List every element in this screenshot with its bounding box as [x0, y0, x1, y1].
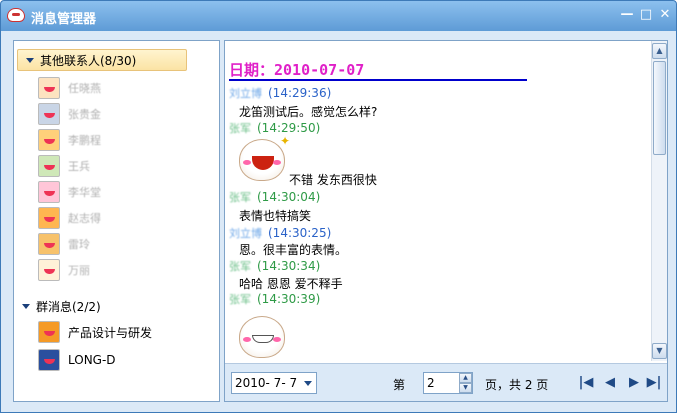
avatar-icon	[38, 155, 60, 177]
sender-name: 张军	[229, 293, 251, 306]
contact-item[interactable]: 王兵	[38, 153, 90, 179]
avatar-icon	[38, 181, 60, 203]
expand-arrow-icon[interactable]	[22, 303, 30, 309]
avatar-icon	[38, 103, 60, 125]
spin-up-icon[interactable]: ▲	[459, 373, 472, 383]
contact-item[interactable]: 赵志得	[38, 205, 101, 231]
group-chat-name: LONG-D	[68, 353, 116, 367]
group-label: 群消息(2/2)	[36, 299, 101, 314]
spin-down-icon[interactable]: ▼	[459, 383, 472, 393]
message-text: 恩。很丰富的表情。	[239, 243, 348, 257]
avatar-icon	[38, 77, 60, 99]
contact-item[interactable]: 万丽	[38, 257, 90, 283]
first-page-icon[interactable]: |◀	[577, 374, 595, 392]
laughing-emoji-icon: ✦	[239, 134, 290, 181]
scroll-thumb[interactable]	[653, 61, 666, 155]
message-time: (14:30:39)	[257, 292, 321, 306]
group-group-messages[interactable]: 群消息(2/2)	[14, 295, 219, 317]
page-prefix-label: 第	[393, 378, 406, 392]
message-header: 张军 (14:29:50)	[229, 120, 320, 136]
app-logo-icon	[7, 8, 25, 22]
date-dropdown[interactable]: 2010- 7- 7	[231, 372, 317, 394]
message-text: 龙笛测试后。感觉怎么样?	[239, 105, 378, 119]
message-time: (14:30:04)	[257, 190, 321, 204]
scroll-up-button[interactable]: ▲	[652, 43, 667, 59]
contact-item[interactable]: 李华堂	[38, 179, 101, 205]
sender-name: 张军	[229, 191, 251, 204]
contact-item[interactable]: 任晓燕	[38, 75, 101, 101]
avatar-icon	[38, 207, 60, 229]
group-chat-item[interactable]: 产品设计与研发	[38, 319, 152, 345]
grinning-emoji-icon	[239, 316, 285, 358]
window-client: 其他联系人(8/30) 任晓燕 张贵金 李鹏程 王兵 李华堂 赵志得 雷玲 万丽…	[6, 33, 672, 409]
date-dropdown-value: 2010- 7- 7	[235, 376, 298, 390]
contact-item[interactable]: 雷玲	[38, 231, 90, 257]
message-time: (14:29:36)	[268, 86, 332, 100]
contact-item[interactable]: 李鹏程	[38, 127, 101, 153]
scroll-down-button[interactable]: ▼	[652, 343, 667, 359]
page-spinner[interactable]: ▲ ▼	[459, 373, 472, 393]
contact-tree[interactable]: 其他联系人(8/30) 任晓燕 张贵金 李鹏程 王兵 李华堂 赵志得 雷玲 万丽…	[13, 40, 220, 402]
expand-arrow-icon[interactable]	[26, 57, 34, 63]
vertical-scrollbar[interactable]: ▲ ▼	[651, 41, 667, 361]
message-text: 哈哈 恩恩 爱不释手	[239, 277, 343, 291]
page-total-label: 页，共 2 页	[485, 378, 549, 392]
message-header: 张军 (14:30:04)	[229, 189, 320, 205]
group-chat-item[interactable]: LONG-D	[38, 347, 116, 373]
sender-name: 刘立博	[229, 227, 262, 240]
contact-name: 张贵金	[68, 108, 101, 121]
message-list[interactable]: 日期：2010-07-07 刘立博 (14:29:36) 龙笛测试后。感觉怎么样…	[225, 41, 649, 361]
contact-name: 李华堂	[68, 186, 101, 199]
message-header: 刘立博 (14:29:36)	[229, 85, 331, 101]
message-header: 刘立博 (14:30:25)	[229, 225, 331, 241]
message-manager-window: 消息管理器 — □ ✕ 其他联系人(8/30) 任晓燕 张贵金 李鹏程 王兵 李…	[0, 0, 677, 413]
contact-item[interactable]: 张贵金	[38, 101, 101, 127]
contact-name: 万丽	[68, 264, 90, 277]
message-header: 张军 (14:30:39)	[229, 291, 320, 307]
contact-name: 赵志得	[68, 212, 101, 225]
message-text: 不错 发东西很快	[289, 173, 377, 187]
chat-history-panel: 日期：2010-07-07 刘立博 (14:29:36) 龙笛测试后。感觉怎么样…	[224, 40, 668, 402]
window-title: 消息管理器	[31, 12, 97, 27]
message-time: (14:30:25)	[268, 226, 332, 240]
next-page-icon[interactable]: ▶	[625, 374, 643, 392]
group-label: 其他联系人(8/30)	[40, 53, 137, 68]
minimize-button[interactable]: —	[618, 7, 636, 25]
contact-name: 李鹏程	[68, 134, 101, 147]
sender-name: 张军	[229, 122, 251, 135]
contact-name: 雷玲	[68, 238, 90, 251]
contact-name: 王兵	[68, 160, 90, 173]
prev-page-icon[interactable]: ◀	[601, 374, 619, 392]
group-avatar-icon	[38, 321, 60, 343]
group-avatar-icon	[38, 349, 60, 371]
message-time: (14:29:50)	[257, 121, 321, 135]
message-text: 表情也特搞笑	[239, 209, 312, 223]
pagination-bar: 2010- 7- 7 第 2 ▲ ▼ 页，共 2 页 |◀ ◀ ▶ ▶|	[225, 363, 667, 401]
message-time: (14:30:34)	[257, 259, 321, 273]
date-divider	[229, 79, 527, 81]
chevron-down-icon[interactable]	[300, 373, 316, 393]
title-bar[interactable]: 消息管理器 — □ ✕	[1, 1, 676, 31]
avatar-icon	[38, 259, 60, 281]
close-button[interactable]: ✕	[656, 7, 674, 25]
contact-name: 任晓燕	[68, 82, 101, 95]
avatar-icon	[38, 233, 60, 255]
group-other-contacts[interactable]: 其他联系人(8/30)	[17, 49, 187, 71]
avatar-icon	[38, 129, 60, 151]
last-page-icon[interactable]: ▶|	[645, 374, 663, 392]
date-heading: 日期：2010-07-07	[229, 61, 365, 79]
maximize-button[interactable]: □	[637, 7, 655, 25]
sender-name: 刘立博	[229, 87, 262, 100]
sender-name: 张军	[229, 260, 251, 273]
message-header: 张军 (14:30:34)	[229, 258, 320, 274]
group-chat-name: 产品设计与研发	[68, 325, 153, 340]
